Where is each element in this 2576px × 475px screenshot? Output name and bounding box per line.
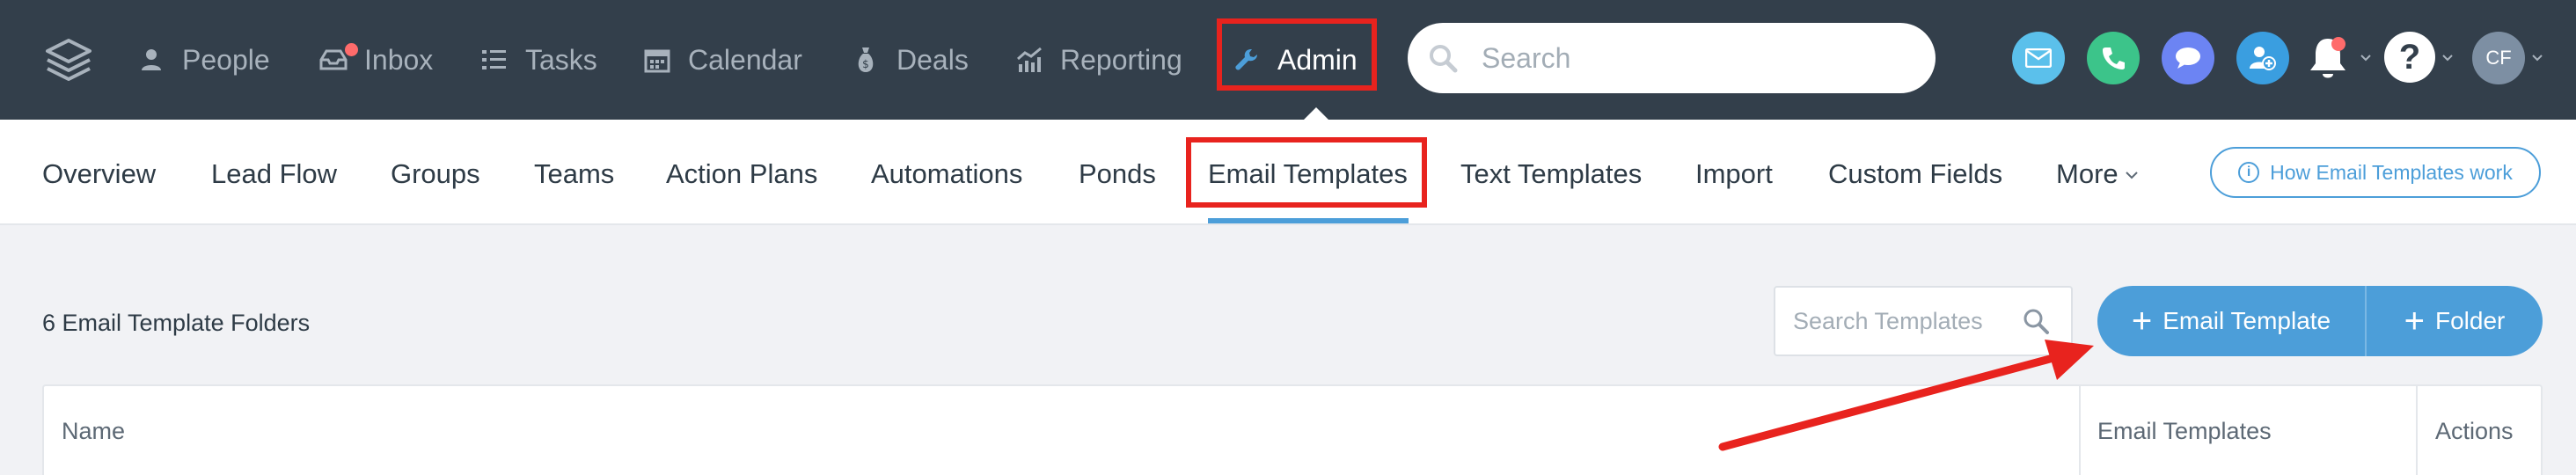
folders-table: Name Email Templates Actions (42, 384, 2543, 475)
nav-people-label: People (182, 43, 270, 76)
person-icon (136, 45, 166, 75)
add-email-template-label: Email Template (2163, 307, 2331, 334)
nav-deals[interactable]: $ Deals (851, 35, 969, 84)
tab-teams[interactable]: Teams (534, 158, 614, 190)
help-button[interactable]: ? (2384, 32, 2435, 83)
wrench-icon (1232, 45, 1262, 75)
how-email-templates-work-button[interactable]: i How Email Templates work (2210, 147, 2541, 198)
add-folder-label: Folder (2434, 307, 2506, 334)
chat-button[interactable] (2162, 32, 2214, 84)
svg-text:$: $ (862, 58, 869, 70)
account-chevron-down-icon[interactable] (2532, 55, 2543, 62)
column-divider (2079, 386, 2081, 475)
notification-dot (2331, 37, 2345, 51)
create-button-group: + Email Template + Folder (2097, 286, 2543, 356)
column-header-email-templates[interactable]: Email Templates (2097, 418, 2272, 445)
nav-calendar[interactable]: Calendar (642, 35, 802, 84)
chat-bubble-icon (2176, 48, 2200, 69)
tab-automations[interactable]: Automations (871, 158, 1022, 190)
info-icon: i (2238, 162, 2260, 183)
search-templates-input[interactable] (1793, 307, 2022, 335)
help-chevron-down-icon[interactable] (2442, 55, 2453, 62)
global-search[interactable] (1408, 23, 1936, 93)
avatar-initials: CF (2485, 47, 2512, 69)
search-icon (2023, 309, 2049, 334)
add-contact-button[interactable] (2236, 32, 2289, 84)
add-folder-button[interactable]: + Folder (2367, 286, 2543, 356)
chevron-down-icon (2125, 172, 2138, 179)
nav-reporting[interactable]: Reporting (1014, 35, 1182, 84)
nav-tasks-label: Tasks (525, 43, 597, 76)
envelope-icon (2025, 48, 2052, 68)
tab-lead-flow[interactable]: Lead Flow (211, 158, 337, 190)
notifications-chevron-down-icon[interactable] (2360, 55, 2371, 62)
phone-icon (2103, 48, 2125, 69)
how-email-templates-work-label: How Email Templates work (2270, 160, 2513, 184)
call-button[interactable] (2087, 32, 2140, 84)
tab-text-templates[interactable]: Text Templates (1460, 158, 1642, 190)
search-templates[interactable] (1774, 286, 2073, 356)
inbox-notification-dot (345, 43, 358, 56)
top-navigation-bar: People Inbox Tasks Calendar $ Deals Repo… (0, 0, 2576, 120)
notifications-button[interactable] (2305, 33, 2354, 83)
email-button[interactable] (2012, 32, 2065, 84)
money-bag-icon: $ (851, 45, 881, 75)
add-person-icon (2250, 47, 2276, 70)
calendar-icon (642, 45, 672, 75)
nav-inbox-label: Inbox (364, 43, 434, 76)
tab-groups[interactable]: Groups (391, 158, 480, 190)
tab-more[interactable]: More (2056, 158, 2138, 190)
tab-ponds[interactable]: Ponds (1079, 158, 1156, 190)
plus-icon: + (2404, 302, 2425, 340)
logo-icon[interactable] (44, 37, 93, 81)
avatar[interactable]: CF (2472, 32, 2525, 84)
question-mark-icon: ? (2398, 37, 2421, 77)
nav-admin-label: Admin (1277, 43, 1358, 76)
tasks-list-icon (479, 45, 509, 75)
nav-calendar-label: Calendar (688, 43, 802, 76)
nav-people[interactable]: People (136, 35, 270, 84)
inbox-icon (318, 45, 348, 75)
search-icon (1430, 45, 1458, 73)
nav-admin[interactable]: Admin (1232, 35, 1358, 84)
tab-action-plans[interactable]: Action Plans (666, 158, 817, 190)
email-templates-highlight-box (1186, 137, 1427, 208)
nav-deals-label: Deals (896, 43, 969, 76)
nav-reporting-label: Reporting (1060, 43, 1182, 76)
tab-more-label: More (2056, 158, 2119, 189)
active-caret (1304, 107, 1328, 120)
search-input[interactable] (1482, 41, 1921, 75)
column-divider (2416, 386, 2418, 475)
tab-overview[interactable]: Overview (42, 158, 156, 190)
add-email-template-button[interactable]: + Email Template (2097, 286, 2367, 356)
nav-tasks[interactable]: Tasks (479, 35, 597, 84)
column-header-name[interactable]: Name (62, 418, 125, 445)
nav-inbox[interactable]: Inbox (318, 35, 433, 84)
column-header-actions: Actions (2435, 418, 2514, 444)
folder-count: 6 Email Template Folders (42, 310, 311, 336)
tab-custom-fields[interactable]: Custom Fields (1828, 158, 2002, 190)
chart-icon (1014, 45, 1044, 75)
plus-icon: + (2131, 302, 2153, 340)
tab-import[interactable]: Import (1695, 158, 1773, 190)
active-tab-indicator (1208, 218, 1409, 223)
